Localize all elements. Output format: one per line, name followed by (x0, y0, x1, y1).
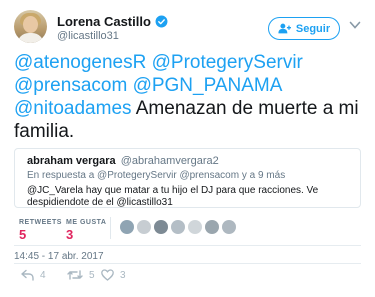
liker-avatar[interactable] (171, 220, 185, 234)
author-name-row: Lorena Castillo (57, 13, 168, 29)
quoted-tweet-text: @JC_Varela hay que matar a tu hijo el DJ… (27, 185, 319, 208)
likes-count[interactable]: 3 (66, 227, 73, 242)
tweet-line-4: familia. (14, 121, 75, 142)
author-name[interactable]: Lorena Castillo (57, 14, 151, 29)
liker-avatar[interactable] (188, 220, 202, 234)
mention-link[interactable]: @nitoadames (14, 98, 132, 119)
reply-count: 4 (40, 269, 46, 281)
caret-down-icon[interactable] (349, 20, 361, 30)
follow-button-label: Seguir (295, 22, 331, 35)
mention-link[interactable]: @PGN_PANAMA (133, 75, 283, 96)
retweet-icon (67, 270, 83, 280)
like-count: 3 (120, 269, 126, 281)
tweet-timestamp[interactable]: 14:45 - 17 abr. 2017 (14, 251, 104, 262)
quoted-author-handle: @abrahamvergara2 (120, 155, 219, 167)
retweet-count: 5 (89, 269, 95, 281)
retweets-count[interactable]: 5 (19, 227, 26, 242)
quoted-author-name: abraham vergara (27, 155, 116, 167)
quoted-tweet[interactable]: abraham vergara @abrahamvergara2 En resp… (14, 148, 361, 208)
liker-avatar[interactable] (205, 220, 219, 234)
quoted-author-row: abraham vergara @abrahamvergara2 (27, 155, 219, 167)
divider (14, 263, 361, 264)
liker-avatar[interactable] (222, 220, 236, 234)
quoted-reply-context: En respuesta a @ProtegeryServir @prensac… (27, 170, 286, 181)
mention-link[interactable]: @ProtegeryServir (152, 52, 303, 73)
author-avatar[interactable] (14, 10, 47, 43)
liker-avatar[interactable] (120, 220, 134, 234)
follow-button[interactable]: Seguir (268, 17, 340, 40)
tweet-body-text: Amenazan de muerte a mi (131, 98, 359, 119)
mention-link[interactable]: @atenogenesR (14, 52, 146, 73)
retweet-action[interactable]: 5 (67, 268, 95, 282)
mention-link[interactable]: @prensacom (14, 75, 127, 96)
tweet-line-3: @nitoadames Amenazan de muerte a mi (14, 97, 366, 120)
author-handle[interactable]: @licastillo31 (57, 30, 119, 42)
retweets-label: RETWEETS (19, 219, 62, 226)
reply-icon (21, 269, 34, 281)
divider (14, 245, 361, 246)
liker-avatars (120, 220, 239, 234)
liker-avatar[interactable] (154, 220, 168, 234)
stats-divider (110, 217, 111, 239)
likes-label: ME GUSTA (66, 219, 107, 226)
reply-action[interactable]: 4 (21, 268, 46, 282)
follow-user-icon (278, 23, 291, 34)
tweet-line-2: @prensacom @PGN_PANAMA (14, 74, 366, 97)
tweet-card: Lorena Castillo @licastillo31 Seguir @at… (0, 0, 375, 297)
verified-badge-icon (155, 15, 168, 27)
liker-avatar[interactable] (137, 220, 151, 234)
like-action[interactable]: 3 (101, 268, 126, 282)
tweet-text: @atenogenesR @ProtegeryServir @prensacom… (14, 51, 366, 143)
tweet-line-1: @atenogenesR @ProtegeryServir (14, 51, 366, 74)
like-icon (101, 269, 114, 281)
